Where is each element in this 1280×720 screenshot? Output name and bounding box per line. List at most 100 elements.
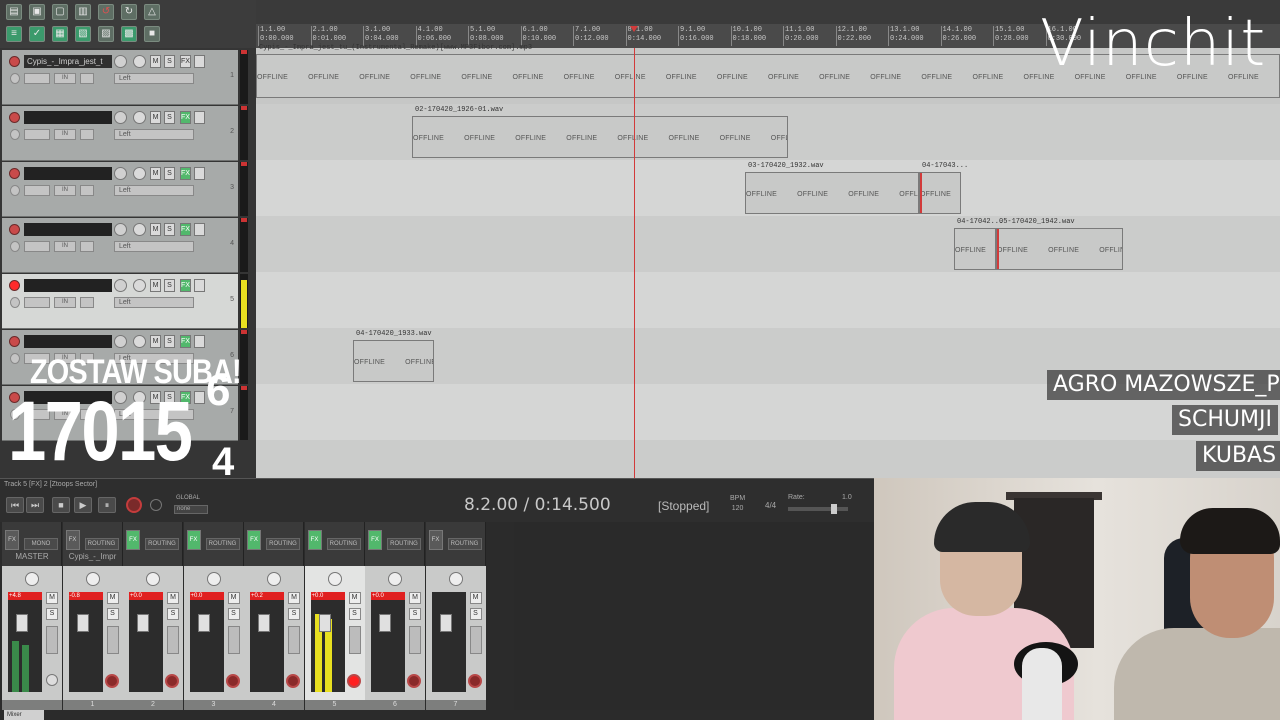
track-header[interactable]: M S FX IN Left 5 xyxy=(2,274,238,329)
mute-button[interactable] xyxy=(133,55,146,68)
strip-mute-button[interactable]: M xyxy=(288,592,300,604)
volume-knob[interactable] xyxy=(114,111,127,124)
strip-io-button[interactable] xyxy=(469,626,482,654)
media-item[interactable]: 05-170420_1942.wav OFFLINE OFFLINE OFFLIN… xyxy=(996,218,1123,270)
strip-io-button[interactable] xyxy=(409,626,421,654)
strip-io-button[interactable] xyxy=(46,626,58,654)
input-dropdown[interactable] xyxy=(80,73,94,84)
pan-knob[interactable] xyxy=(146,572,160,586)
input-dropdown[interactable] xyxy=(80,241,94,252)
mixer-strip[interactable]: FX ROUTING +0.0 M S 6 xyxy=(365,522,425,710)
volume-fader[interactable] xyxy=(379,614,391,632)
toolbar-toggle-icon[interactable]: ✓ xyxy=(29,26,45,42)
track-io-icon[interactable] xyxy=(194,167,205,180)
output-route-select[interactable]: Left xyxy=(114,129,194,140)
track-name-field[interactable] xyxy=(24,279,112,292)
mixer-strip[interactable]: FX ROUTING +0.0 M S 3 xyxy=(183,522,244,710)
track-lane[interactable] xyxy=(256,272,1280,328)
go-to-start-button[interactable]: ⏮ xyxy=(6,497,24,513)
media-item[interactable]: 04-17043... OFFLINE O xyxy=(919,162,968,214)
toolbar-button-icon[interactable]: ↺ xyxy=(98,4,114,20)
strip-routing-button[interactable]: ROUTING xyxy=(145,538,179,550)
automation-icon[interactable] xyxy=(10,241,20,252)
record-arm-button[interactable] xyxy=(9,112,20,123)
track-mute-button[interactable]: M xyxy=(150,335,161,348)
pan-knob[interactable] xyxy=(327,572,342,586)
toolbar-button-icon[interactable]: ▣ xyxy=(29,4,45,20)
media-item[interactable]: 04-17042... OFFLINE O xyxy=(954,218,1003,270)
track-name-field[interactable] xyxy=(24,335,112,348)
track-solo-button[interactable]: S xyxy=(164,279,175,292)
input-select[interactable]: IN xyxy=(54,297,76,308)
toolbar-toggle-icon[interactable]: ▧ xyxy=(75,26,91,42)
mute-button[interactable] xyxy=(133,335,146,348)
toolbar-toggle-icon[interactable]: ▩ xyxy=(121,26,137,42)
track-solo-button[interactable]: S xyxy=(164,111,175,124)
track-name-field[interactable] xyxy=(24,111,112,124)
automation-icon[interactable] xyxy=(10,129,20,140)
volume-fader[interactable] xyxy=(76,614,89,632)
track-mute-button[interactable]: M xyxy=(150,111,161,124)
volume-fader[interactable] xyxy=(137,614,149,632)
strip-mute-button[interactable]: M xyxy=(227,592,240,604)
automation-icon[interactable] xyxy=(10,73,20,84)
track-io-icon[interactable] xyxy=(194,223,205,236)
volume-knob[interactable] xyxy=(114,223,127,236)
strip-solo-button[interactable]: S xyxy=(167,608,179,620)
mixer-strip[interactable]: FX ROUTING +0.0 M S 5 xyxy=(304,522,365,710)
track-fx-button[interactable]: FX xyxy=(180,55,191,68)
volume-fader[interactable] xyxy=(258,614,270,632)
toolbar-button-icon[interactable]: △ xyxy=(144,4,160,20)
track-io-icon[interactable] xyxy=(194,55,205,68)
pan-knob[interactable] xyxy=(388,572,402,586)
strip-solo-button[interactable]: S xyxy=(348,608,361,620)
toolbar-toggle-icon[interactable]: ▦ xyxy=(52,26,68,42)
input-dropdown[interactable] xyxy=(80,185,94,196)
track-lane[interactable] xyxy=(256,216,1280,272)
record-arm-button[interactable] xyxy=(9,168,20,179)
strip-solo-button[interactable]: S xyxy=(409,608,421,620)
time-signature[interactable]: 4/4 xyxy=(765,501,776,510)
input-monitor-button[interactable] xyxy=(24,185,50,196)
strip-mute-button[interactable]: M xyxy=(409,592,421,604)
strip-io-button[interactable] xyxy=(227,626,240,654)
volume-fader[interactable] xyxy=(197,614,210,632)
record-arm-button[interactable] xyxy=(9,56,20,67)
play-button[interactable]: ▶ xyxy=(74,497,92,513)
strip-routing-button[interactable]: ROUTING xyxy=(326,538,361,550)
strip-mute-button[interactable]: M xyxy=(106,592,119,604)
input-select[interactable]: IN xyxy=(54,185,76,196)
strip-mute-button[interactable]: M xyxy=(469,592,482,604)
mute-button[interactable] xyxy=(133,111,146,124)
mixer-strip[interactable]: FX ROUTING M S 7 xyxy=(425,522,486,710)
mute-button[interactable] xyxy=(133,167,146,180)
strip-mute-button[interactable]: M xyxy=(46,592,58,604)
output-route-select[interactable]: Left xyxy=(114,73,194,84)
repeat-icon[interactable] xyxy=(150,499,162,511)
toolbar-button-icon[interactable]: ▤ xyxy=(6,4,22,20)
output-route-select[interactable]: Left xyxy=(114,297,194,308)
volume-fader[interactable] xyxy=(318,614,331,632)
track-solo-button[interactable]: S xyxy=(164,167,175,180)
input-select[interactable]: IN xyxy=(54,73,76,84)
track-fx-button[interactable]: FX xyxy=(180,167,191,180)
strip-record-arm-button[interactable] xyxy=(346,674,361,688)
output-route-select[interactable]: Left xyxy=(114,185,194,196)
automation-icon[interactable] xyxy=(10,353,20,364)
strip-record-arm-button[interactable] xyxy=(225,674,240,688)
track-header[interactable]: M S FX IN Left 3 xyxy=(2,162,238,217)
track-name-field[interactable]: Cypis_-_Impra_jest_t xyxy=(24,55,112,68)
toolbar-button-icon[interactable]: ▥ xyxy=(75,4,91,20)
automation-icon[interactable] xyxy=(10,297,20,308)
strip-routing-button[interactable]: ROUTING xyxy=(387,538,421,550)
track-name-field[interactable] xyxy=(24,223,112,236)
strip-io-button[interactable] xyxy=(348,626,361,654)
strip-mute-button[interactable]: M xyxy=(167,592,179,604)
rate-slider-handle[interactable] xyxy=(831,504,838,514)
strip-routing-button[interactable]: ROUTING xyxy=(205,538,240,550)
input-dropdown[interactable] xyxy=(80,129,94,140)
strip-fx-button[interactable]: FX xyxy=(307,530,322,550)
strip-fx-button[interactable]: FX xyxy=(65,530,80,550)
record-arm-button[interactable] xyxy=(9,280,20,291)
pan-knob[interactable] xyxy=(448,572,463,586)
